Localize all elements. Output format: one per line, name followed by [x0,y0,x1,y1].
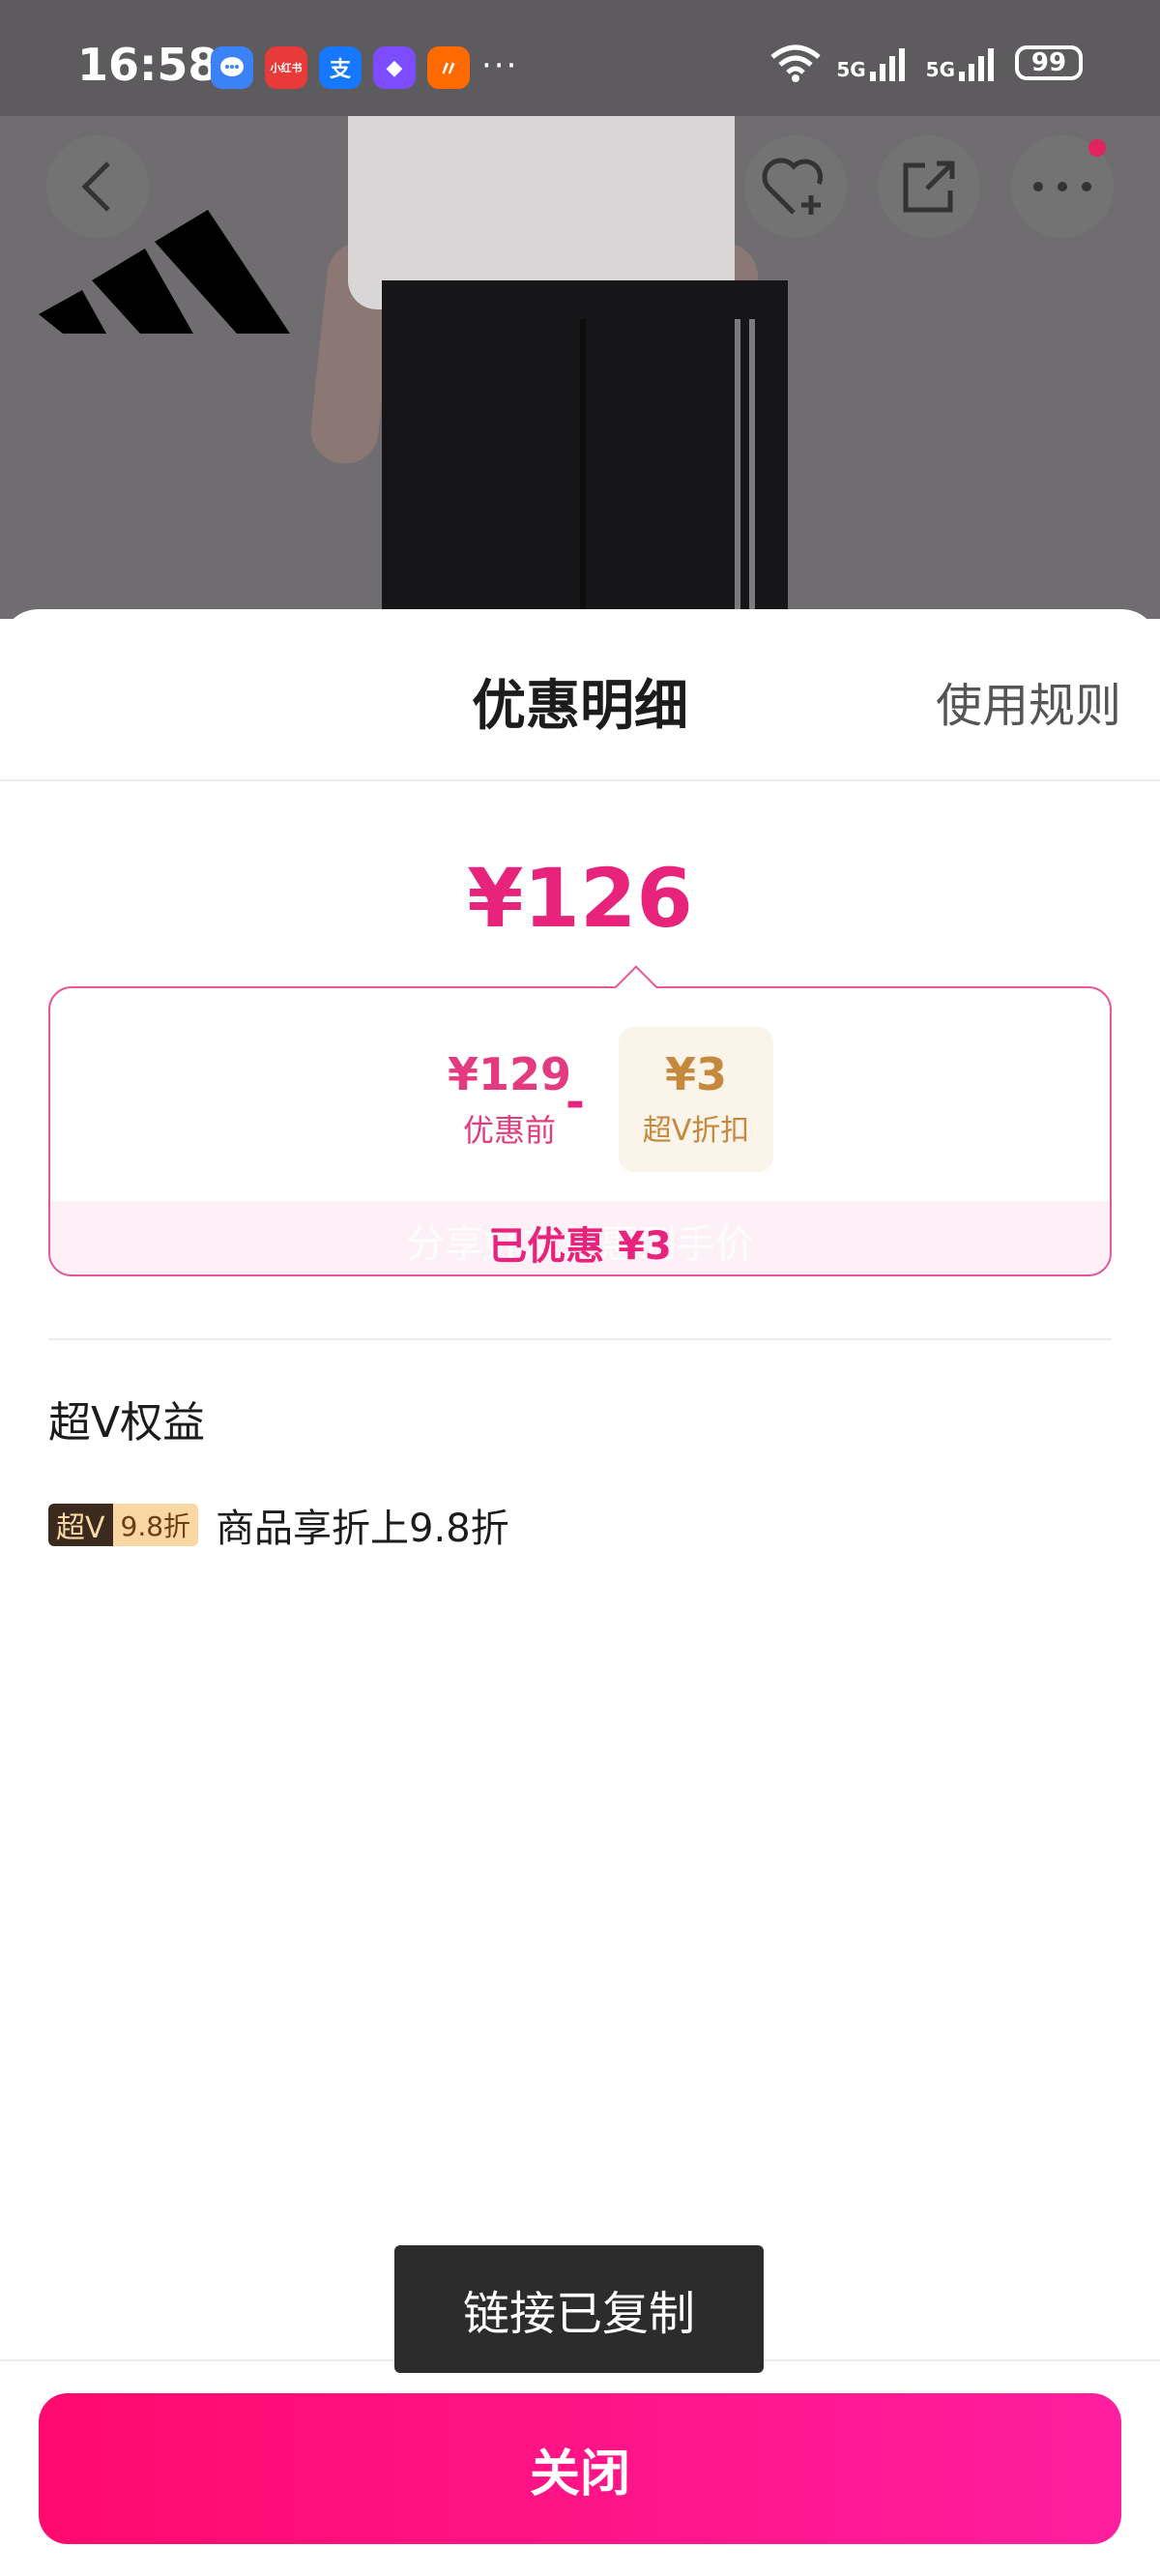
back-button[interactable] [46,135,149,238]
original-price-label: 优惠前 [462,1112,556,1149]
vip-badge-label: 超V [48,1504,113,1546]
wifi-icon [770,44,821,82]
signal-icon: 5G [836,44,912,81]
divider [48,1338,1112,1340]
favorite-button[interactable] [744,135,847,238]
chevron-left-icon [81,161,110,212]
minus-sign: - [566,1075,585,1129]
status-time: 16:58 [77,39,219,91]
savings-text: 已优惠 ¥3 [488,1224,672,1269]
status-bar: 16:58 小红书 支 ◆ 〃 ··· 5G 5G 99 [0,0,1160,116]
vip-badge: 超V 9.8折 [48,1504,199,1546]
notification-icons: 小红书 支 ◆ 〃 [211,46,470,89]
product-image-stripe [735,319,740,619]
price-calculation-box: ¥129 优惠前 - ¥3 超V折扣 分享好友优惠到手价 已优惠 ¥3 [48,965,1112,1276]
more-notifications-icon: ··· [481,46,519,85]
vip-discount: ¥3 超V折扣 [619,1027,773,1172]
original-price-value: ¥129 [447,1048,572,1100]
notification-dot [1088,139,1106,157]
close-button[interactable]: 关闭 [39,2393,1121,2544]
alipay-icon: 支 [319,46,362,89]
usage-rules-link[interactable]: 使用规则 [936,667,1121,735]
savings-footer: 分享好友优惠到手价 已优惠 ¥3 [50,1201,1110,1274]
app-purple-icon: ◆ [373,46,416,89]
vip-benefit-item: 超V 9.8折 商品享折上9.8折 [48,1497,509,1553]
signal-icon: 5G [926,44,1001,81]
share-button[interactable] [878,135,980,238]
vip-discount-value: ¥3 [664,1048,727,1100]
vip-badge-rate: 9.8折 [112,1504,199,1546]
product-image-stripe [749,319,755,619]
app-orange-icon: 〃 [427,46,470,89]
vip-discount-label: 超V折扣 [642,1114,750,1148]
divider [0,779,1160,781]
share-icon [903,161,955,213]
battery-indicator: 99 [1015,45,1083,80]
more-dots-icon [1033,182,1091,191]
vip-benefits-title: 超V权益 [48,1398,206,1448]
xiaohongshu-icon: 小红书 [265,46,307,89]
status-right: 5G 5G 99 [768,44,1083,82]
pointer-arrow [614,965,658,1010]
vip-benefit-text: 商品享折上9.8折 [216,1507,509,1551]
more-button[interactable] [1011,135,1114,238]
original-price: ¥129 优惠前 [379,1048,640,1151]
final-price: ¥126 [467,851,693,946]
message-icon [211,46,253,89]
product-image-pants [382,280,788,619]
toast-message: 链接已复制 [394,2245,764,2373]
heart-add-icon [762,158,824,215]
